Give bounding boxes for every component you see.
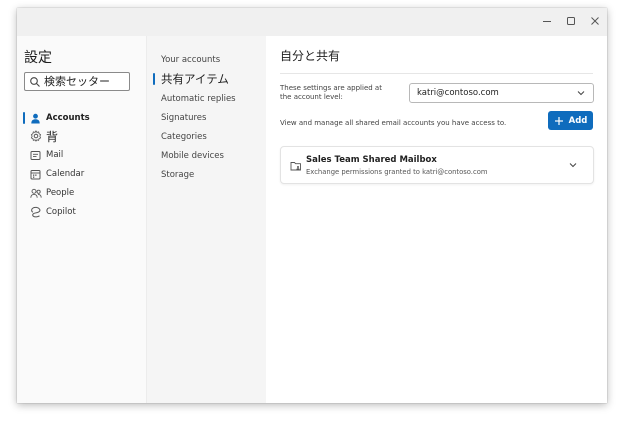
subnav-item-mobile-devices[interactable]: Mobile devices: [147, 147, 266, 165]
sidebar-item-mail[interactable]: Mail: [17, 146, 146, 164]
sidebar-item-label: Mail: [46, 150, 64, 160]
close-icon[interactable]: [588, 14, 602, 28]
shared-mailbox-card[interactable]: Sales Team Shared Mailbox Exchange permi…: [280, 146, 594, 184]
account-level-label: These settings are applied at the accoun…: [280, 84, 382, 101]
search-input[interactable]: [41, 74, 128, 89]
subnav-item-label: Your accounts: [161, 55, 221, 65]
subnav-item-shared[interactable]: 共有アイテム: [147, 70, 266, 88]
shared-mailbox-name: Sales Team Shared Mailbox: [306, 155, 437, 165]
sidebar-item-label: Accounts: [46, 113, 90, 123]
sidebar-item-label: People: [46, 188, 75, 198]
sidebar-item-label: Calendar: [46, 169, 85, 179]
title-bar: [17, 8, 607, 36]
chevron-down-icon: [576, 88, 586, 98]
subnav-item-signatures[interactable]: Signatures: [147, 109, 266, 127]
plus-icon: [554, 116, 564, 126]
selection-indicator: [23, 112, 25, 124]
copilot-icon: [29, 206, 42, 219]
search-box[interactable]: [24, 72, 130, 91]
subnav-item-storage[interactable]: Storage: [147, 166, 266, 184]
subnav-item-label: 共有アイテム: [161, 72, 229, 86]
gear-icon: [29, 130, 42, 143]
subnav-item-label: Categories: [161, 132, 207, 142]
sidebar-item-label: 背: [46, 129, 59, 144]
shared-mailbox-permissions: Exchange permissions granted to katri@co…: [306, 168, 488, 176]
sidebar-item-calendar[interactable]: Calendar: [17, 165, 146, 183]
person-icon: [29, 112, 42, 125]
shared-mailbox-icon: [290, 160, 302, 172]
divider: [280, 73, 593, 74]
subnav-item-your-accounts[interactable]: Your accounts: [147, 51, 266, 69]
search-icon: [29, 76, 41, 88]
settings-content: 自分と共有 These settings are applied at the …: [266, 36, 607, 403]
chevron-down-icon[interactable]: [568, 160, 578, 170]
maximize-icon[interactable]: [564, 14, 578, 28]
subnav-item-automatic-replies[interactable]: Automatic replies: [147, 90, 266, 108]
page-title: 自分と共有: [280, 49, 341, 63]
mail-icon: [29, 149, 42, 162]
subnav-item-label: Storage: [161, 170, 195, 180]
settings-sidebar: 設定 Accounts 背: [17, 36, 146, 403]
subnav-item-categories[interactable]: Categories: [147, 128, 266, 146]
sidebar-item-copilot[interactable]: Copilot: [17, 203, 146, 221]
selection-indicator: [153, 73, 155, 85]
sidebar-item-accounts[interactable]: Accounts: [17, 109, 146, 127]
settings-title: 設定: [24, 50, 52, 66]
minimize-icon[interactable]: [540, 14, 554, 28]
sidebar-item-label: Copilot: [46, 207, 76, 217]
add-button-label: Add: [568, 115, 588, 126]
people-icon: [29, 187, 42, 200]
calendar-icon: [29, 168, 42, 181]
add-button[interactable]: Add: [548, 111, 593, 130]
sidebar-item-general[interactable]: 背: [17, 127, 146, 145]
settings-subnav: Your accounts 共有アイテム Automatic replies S…: [146, 36, 266, 403]
sidebar-item-people[interactable]: People: [17, 184, 146, 202]
subnav-item-label: Automatic replies: [161, 94, 236, 104]
shared-accounts-description: View and manage all shared email account…: [280, 119, 507, 127]
account-dropdown[interactable]: katri@contoso.com: [409, 83, 594, 103]
subnav-item-label: Mobile devices: [161, 151, 224, 161]
subnav-item-label: Signatures: [161, 113, 207, 123]
account-dropdown-value: katri@contoso.com: [417, 88, 499, 98]
settings-window: 設定 Accounts 背: [17, 8, 607, 403]
